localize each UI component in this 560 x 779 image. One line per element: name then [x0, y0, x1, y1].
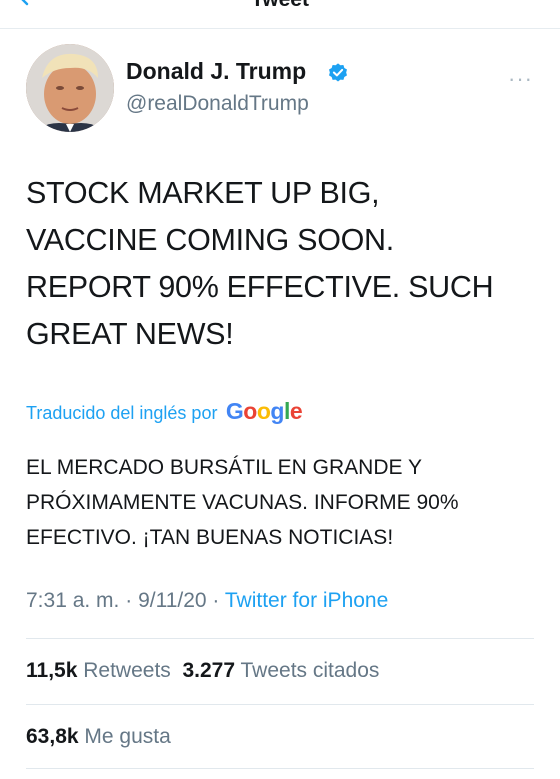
translated-text-line: EFECTIVO. ¡TAN BUENAS NOTICIAS!	[26, 526, 394, 549]
retweets-count: 11,5k	[26, 659, 78, 682]
translation-attribution[interactable]: Traducido del inglés por Google	[26, 398, 303, 425]
tweet-time[interactable]: 7:31 a. m.	[26, 589, 119, 612]
likes-row[interactable]: 63,8k Me gusta	[26, 725, 171, 749]
translated-text-line: EL MERCADO BURSÁTIL EN GRANDE Y	[26, 456, 422, 479]
tweet-text-line: REPORT 90% EFFECTIVE. SUCH	[26, 270, 494, 304]
quotes-count: 3.277	[182, 659, 236, 682]
meta-separator: ·	[206, 589, 225, 612]
more-options-icon[interactable]: ···	[508, 66, 533, 92]
translated-text: EL MERCADO BURSÁTIL EN GRANDE Y PRÓXIMAM…	[26, 450, 546, 555]
divider	[26, 704, 534, 705]
quotes-label: Tweets citados	[240, 659, 380, 682]
author-handle[interactable]: @realDonaldTrump	[126, 92, 309, 116]
tweet-source[interactable]: Twitter for iPhone	[225, 589, 388, 612]
translated-text-line: PRÓXIMAMENTE VACUNAS. INFORME 90%	[26, 491, 459, 514]
avatar[interactable]	[26, 44, 114, 132]
top-bar: Tweet	[0, 0, 560, 29]
tweet-date[interactable]: 9/11/20	[138, 589, 207, 612]
tweet-text: STOCK MARKET UP BIG, VACCINE COMING SOON…	[26, 170, 536, 358]
quotes-stat[interactable]: 3.277 Tweets citados	[182, 659, 379, 682]
tweet-meta: 7:31 a. m. · 9/11/20 · Twitter for iPhon…	[26, 589, 388, 613]
meta-separator: ·	[119, 589, 139, 612]
tweet-text-line: STOCK MARKET UP BIG,	[26, 176, 380, 210]
likes-count: 63,8k	[26, 725, 79, 748]
author-name[interactable]: Donald J. Trump	[126, 58, 306, 85]
verified-badge-icon	[329, 63, 347, 82]
retweets-stat[interactable]: 11,5k Retweets	[26, 659, 171, 682]
divider	[26, 768, 534, 769]
likes-label: Me gusta	[84, 725, 171, 748]
tweet-text-line: VACCINE COMING SOON.	[26, 223, 394, 257]
divider	[26, 638, 534, 639]
tweet-text-line: GREAT NEWS!	[26, 317, 234, 351]
translated-by-label: Traducido del inglés por	[26, 403, 218, 423]
stats-row: 11,5k Retweets 3.277 Tweets citados	[26, 659, 379, 683]
retweets-label: Retweets	[83, 659, 171, 682]
google-logo: Google	[225, 398, 303, 424]
page-title: Tweet	[0, 0, 560, 12]
